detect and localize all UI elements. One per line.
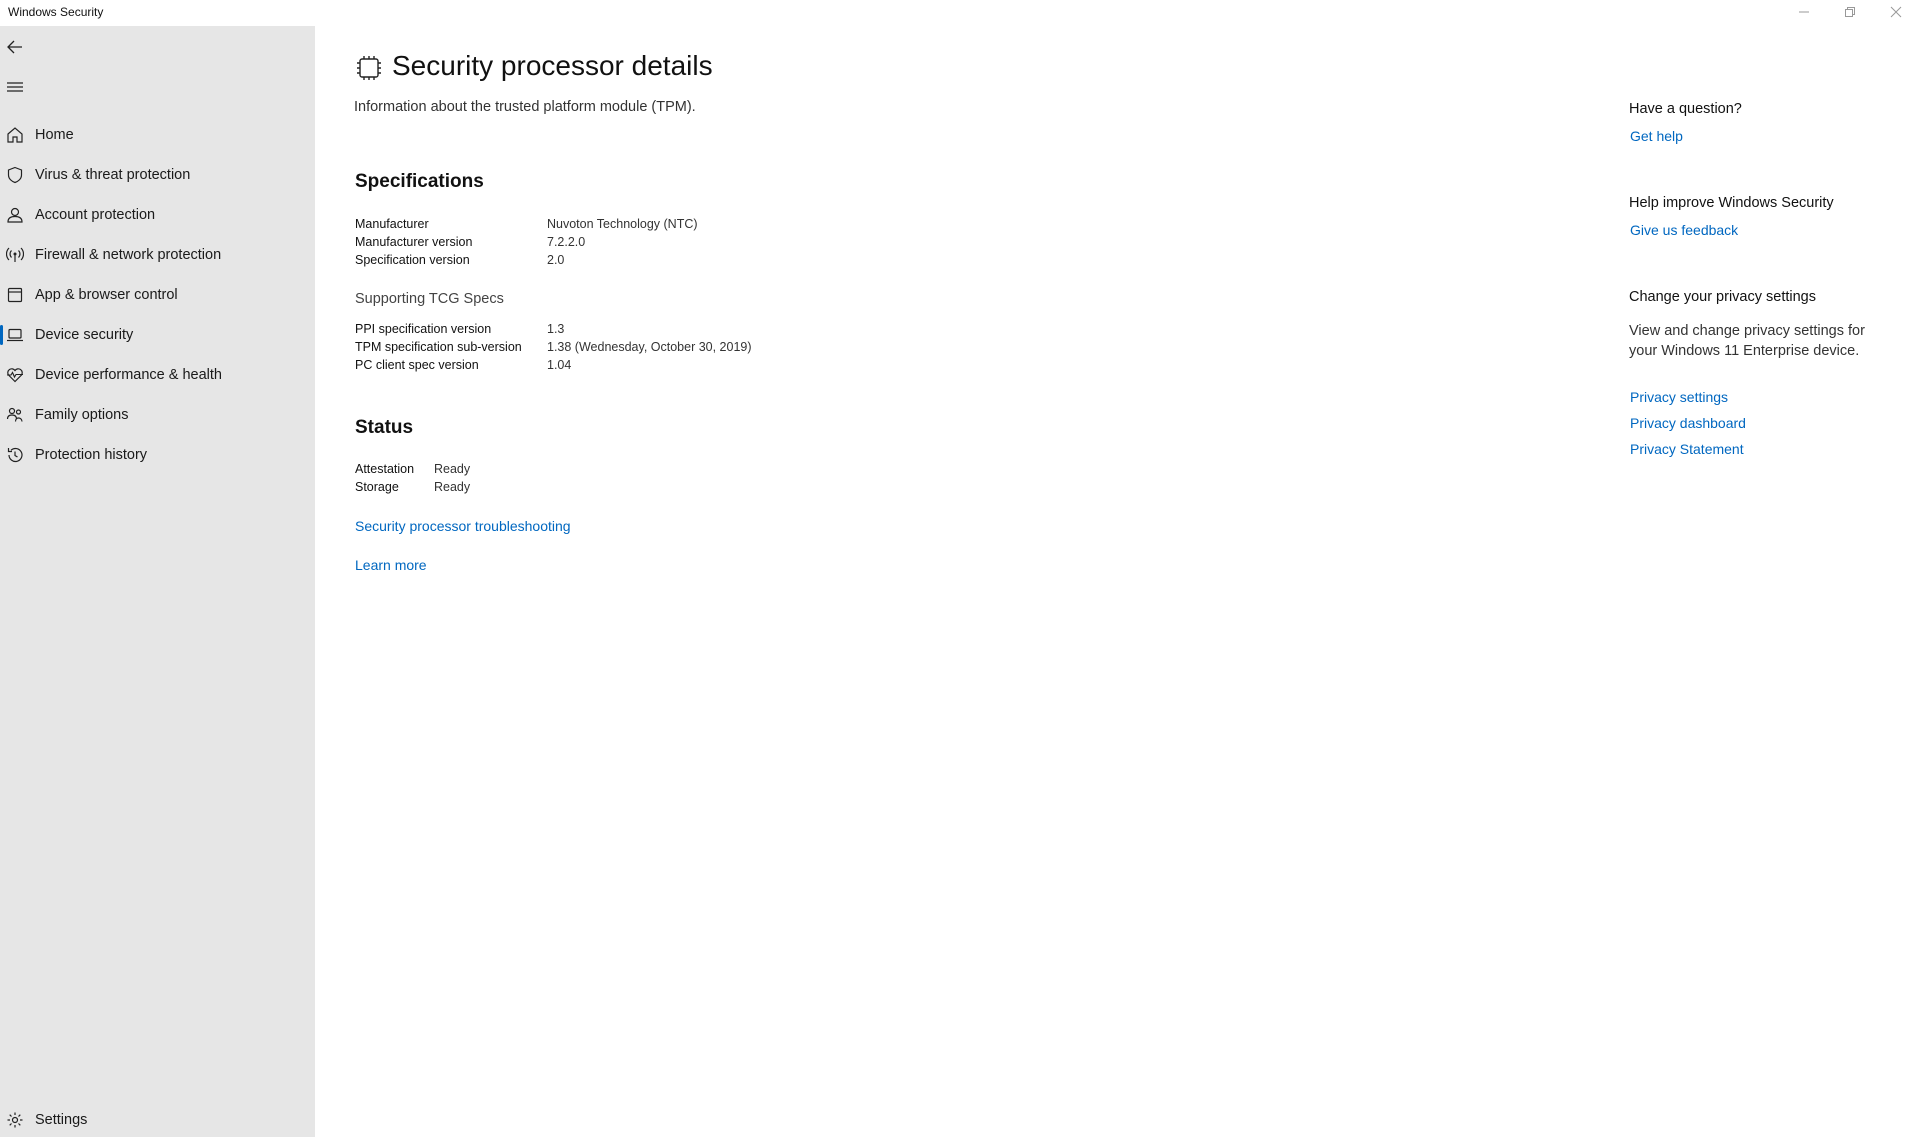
tcg-specs-heading: Supporting TCG Specs: [355, 291, 504, 307]
close-icon: [1890, 6, 1902, 18]
sidebar-item-label: Account protection: [35, 207, 156, 223]
sidebar-item-firewall-network-protection[interactable]: Firewall & network protection: [0, 238, 315, 272]
person-icon: [5, 205, 25, 225]
privacy-text: View and change privacy settings for you…: [1629, 323, 1865, 359]
learn-more-link[interactable]: Learn more: [355, 557, 427, 573]
spec-key-manufacturer-version: Manufacturer version: [355, 235, 473, 249]
sidebar-item-family-options[interactable]: Family options: [0, 398, 315, 432]
spec-key-specification-version: Specification version: [355, 253, 470, 267]
sidebar-item-app-browser-control[interactable]: App & browser control: [0, 278, 315, 312]
processor-chip-icon: [357, 56, 381, 80]
tcg-value-pc-client: 1.04: [547, 358, 572, 372]
privacy-heading: Change your privacy settings: [1629, 289, 1816, 305]
sidebar-item-virus-threat-protection[interactable]: Virus & threat protection: [0, 158, 315, 192]
tcg-value-ppi: 1.3: [547, 322, 565, 336]
sidebar: Home Virus & threat protection Account p…: [0, 26, 315, 1137]
sidebar-settings-label: Settings: [35, 1112, 88, 1128]
sidebar-item-label: Firewall & network protection: [35, 247, 222, 263]
title-bar: Windows Security: [0, 0, 1912, 26]
sidebar-item-home[interactable]: Home: [0, 118, 315, 152]
status-heading: Status: [355, 417, 414, 438]
sidebar-item-label: Virus & threat protection: [35, 167, 191, 183]
status-value-attestation: Ready: [434, 462, 471, 476]
spec-value-specification-version: 2.0: [547, 253, 565, 267]
status-key-storage: Storage: [355, 480, 399, 494]
sidebar-item-label: Device security: [35, 327, 134, 343]
home-icon: [5, 125, 25, 145]
sidebar-item-account-protection[interactable]: Account protection: [0, 198, 315, 232]
improve-heading: Help improve Windows Security: [1629, 195, 1834, 211]
page-subtitle: Information about the trusted platform m…: [354, 99, 696, 115]
page-title: Security processor details: [392, 50, 713, 81]
history-icon: [5, 445, 25, 465]
feedback-link[interactable]: Give us feedback: [1630, 222, 1738, 238]
status-key-attestation: Attestation: [355, 462, 415, 476]
sidebar-item-label: App & browser control: [35, 287, 178, 303]
privacy-settings-link[interactable]: Privacy settings: [1630, 389, 1728, 405]
restore-button[interactable]: [1827, 0, 1873, 24]
privacy-statement-link[interactable]: Privacy Statement: [1630, 441, 1744, 457]
menu-button[interactable]: [0, 72, 30, 102]
sidebar-item-device-security[interactable]: Device security: [0, 318, 315, 352]
sidebar-item-settings[interactable]: Settings: [0, 1103, 315, 1137]
sidebar-item-label: Family options: [35, 407, 129, 423]
sidebar-item-protection-history[interactable]: Protection history: [0, 438, 315, 472]
specifications-heading: Specifications: [355, 171, 484, 192]
status-value-storage: Ready: [434, 480, 471, 494]
spec-value-manufacturer-version: 7.2.2.0: [547, 235, 586, 249]
spec-key-manufacturer: Manufacturer: [355, 217, 429, 231]
gear-icon: [5, 1110, 25, 1130]
app-window-icon: [5, 285, 25, 305]
sidebar-item-label: Home: [35, 127, 74, 143]
laptop-icon: [5, 325, 25, 345]
hamburger-icon: [7, 82, 23, 92]
window-title: Windows Security: [8, 5, 104, 19]
close-button[interactable]: [1873, 0, 1912, 24]
tcg-key-tpm-sub-version: TPM specification sub-version: [355, 340, 522, 354]
back-button[interactable]: [0, 32, 30, 62]
antenna-icon: [5, 245, 25, 265]
sidebar-item-label: Protection history: [35, 447, 148, 463]
minimize-button[interactable]: [1781, 0, 1827, 24]
minimize-icon: [1799, 11, 1809, 13]
tcg-key-ppi: PPI specification version: [355, 322, 492, 336]
tcg-value-tpm-sub-version: 1.38 (Wednesday, October 30, 2019): [547, 340, 752, 354]
question-heading: Have a question?: [1629, 101, 1742, 117]
shield-icon: [5, 165, 25, 185]
restore-icon: [1845, 7, 1855, 17]
family-icon: [5, 405, 25, 425]
troubleshooting-link[interactable]: Security processor troubleshooting: [355, 518, 571, 534]
get-help-link[interactable]: Get help: [1630, 128, 1683, 144]
tcg-key-pc-client: PC client spec version: [355, 358, 479, 372]
spec-value-manufacturer: Nuvoton Technology (NTC): [547, 217, 698, 231]
back-arrow-icon: [7, 40, 22, 54]
sidebar-item-device-performance-health[interactable]: Device performance & health: [0, 358, 315, 392]
heart-pulse-icon: [5, 365, 25, 385]
sidebar-item-label: Device performance & health: [35, 367, 222, 383]
privacy-dashboard-link[interactable]: Privacy dashboard: [1630, 415, 1746, 431]
